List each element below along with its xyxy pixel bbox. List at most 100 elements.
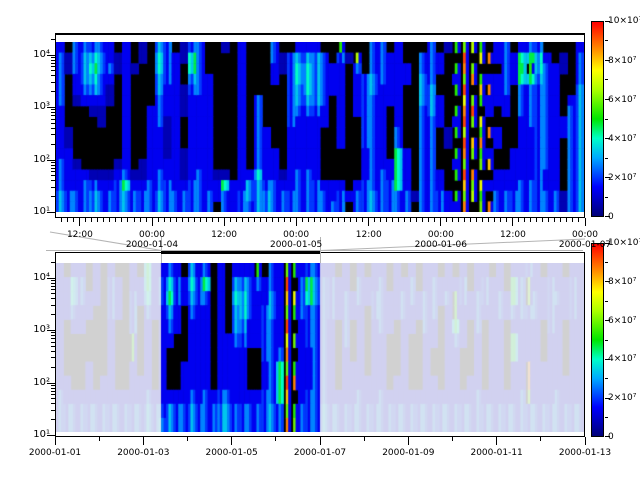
dynamic-spectra-figure: 10⁴ 10³ 10² 10¹ 10⁴ 10³ 10² 10¹ 10×10⁷ 8… xyxy=(0,0,640,480)
colorbar-minor-tick xyxy=(605,378,608,379)
colorbar-minor-tick xyxy=(605,40,608,41)
colorbar-tick-label: 8×10⁷ xyxy=(608,277,636,287)
colorbar-tick-label: 0 xyxy=(608,212,614,222)
x-minor-tick xyxy=(530,218,531,222)
y-tick-label: 10⁴ xyxy=(16,49,50,61)
x-date-label: 2000-01-04 xyxy=(117,240,187,250)
x-minor-tick xyxy=(146,218,147,222)
x-minor-tick xyxy=(422,218,423,222)
colorbar-minor-tick xyxy=(605,417,608,418)
x-date-label: 2000-01-11 xyxy=(462,448,532,458)
y-minor-tick xyxy=(51,335,55,336)
x-minor-tick xyxy=(109,218,110,222)
y-minor-tick xyxy=(51,332,55,333)
y-minor-tick xyxy=(51,196,55,197)
y-minor-tick xyxy=(51,112,55,113)
colorbar-major-tick xyxy=(605,138,610,139)
y-minor-tick xyxy=(51,298,55,299)
colorbar-major-tick xyxy=(605,436,610,437)
y-minor-tick xyxy=(51,391,55,392)
colorbar-major-tick xyxy=(605,21,610,22)
x-minor-tick xyxy=(452,437,453,441)
x-major-tick xyxy=(585,218,586,226)
x-tick-label: 00:00 xyxy=(117,230,187,240)
y-minor-tick xyxy=(51,388,55,389)
x-minor-tick xyxy=(566,218,567,222)
x-minor-tick xyxy=(206,218,207,222)
y-tick-label: 10¹ xyxy=(16,206,50,218)
colorbar-tick-label: 4×10⁷ xyxy=(608,134,636,144)
y-minor-tick xyxy=(51,283,55,284)
x-date-label: 2000-01-13 xyxy=(550,448,620,458)
x-minor-tick xyxy=(542,218,543,222)
y-major-tick xyxy=(47,55,55,56)
x-minor-tick xyxy=(278,218,279,222)
colorbar-major-tick xyxy=(605,216,610,217)
x-tick-label: 12:00 xyxy=(478,230,548,240)
colorbar-major-tick xyxy=(605,99,610,100)
colorbar-minor-tick xyxy=(605,79,608,80)
y-minor-tick xyxy=(51,165,55,166)
x-date-label: 2000-01-06 xyxy=(406,240,476,250)
x-minor-tick xyxy=(362,218,363,222)
colorbar-major-tick xyxy=(605,243,610,244)
y-minor-tick xyxy=(51,144,55,145)
y-minor-tick xyxy=(51,91,55,92)
colorbar-major-tick xyxy=(605,281,610,282)
x-minor-tick xyxy=(446,218,447,222)
x-minor-tick xyxy=(97,218,98,222)
x-tick-label: 00:00 xyxy=(550,230,620,240)
x-minor-tick xyxy=(212,218,213,222)
x-minor-tick xyxy=(416,218,417,222)
y-major-tick xyxy=(47,212,55,213)
x-minor-tick xyxy=(428,218,429,222)
x-minor-tick xyxy=(61,218,62,222)
x-minor-tick xyxy=(115,218,116,222)
x-minor-tick xyxy=(266,218,267,222)
y-minor-tick xyxy=(51,262,55,263)
x-minor-tick xyxy=(482,218,483,222)
colorbar-tick-label: 10×10⁷ xyxy=(608,16,640,26)
x-minor-tick xyxy=(170,218,171,222)
x-minor-tick xyxy=(458,218,459,222)
x-minor-tick xyxy=(350,218,351,222)
y-minor-tick xyxy=(51,63,55,64)
y-minor-tick xyxy=(51,305,55,306)
y-minor-tick xyxy=(51,128,55,129)
x-minor-tick xyxy=(386,218,387,222)
y-minor-tick xyxy=(51,115,55,116)
x-minor-tick xyxy=(140,218,141,222)
x-minor-tick xyxy=(290,218,291,222)
x-minor-tick xyxy=(127,218,128,222)
y-minor-tick xyxy=(51,39,55,40)
x-major-tick xyxy=(143,437,144,445)
x-minor-tick xyxy=(242,218,243,222)
x-minor-tick xyxy=(91,218,92,222)
selection-window[interactable] xyxy=(161,251,320,437)
x-major-tick xyxy=(440,218,441,226)
x-minor-tick xyxy=(434,218,435,222)
y-minor-tick xyxy=(51,346,55,347)
x-tick-label: 12:00 xyxy=(334,230,404,240)
colorbar-major-tick xyxy=(605,398,610,399)
overview-spectrogram-canvas[interactable] xyxy=(56,263,584,432)
y-minor-tick xyxy=(51,75,55,76)
colorbar-tick-label: 6×10⁷ xyxy=(608,316,636,326)
x-minor-tick xyxy=(494,218,495,222)
x-minor-tick xyxy=(164,218,165,222)
x-minor-tick xyxy=(548,218,549,222)
colorbar-tick-label: 4×10⁷ xyxy=(608,354,636,364)
y-major-tick xyxy=(47,330,55,331)
y-tick-label: 10¹ xyxy=(16,429,50,441)
x-minor-tick xyxy=(200,218,201,222)
y-minor-tick xyxy=(51,403,55,404)
y-tick-label: 10³ xyxy=(16,324,50,336)
x-date-label: 2000-01-05 xyxy=(197,448,267,458)
x-minor-tick xyxy=(344,218,345,222)
x-minor-tick xyxy=(338,218,339,222)
x-minor-tick xyxy=(73,218,74,222)
y-minor-tick xyxy=(51,57,55,58)
y-minor-tick xyxy=(51,367,55,368)
y-minor-tick xyxy=(51,60,55,61)
x-minor-tick xyxy=(158,218,159,222)
